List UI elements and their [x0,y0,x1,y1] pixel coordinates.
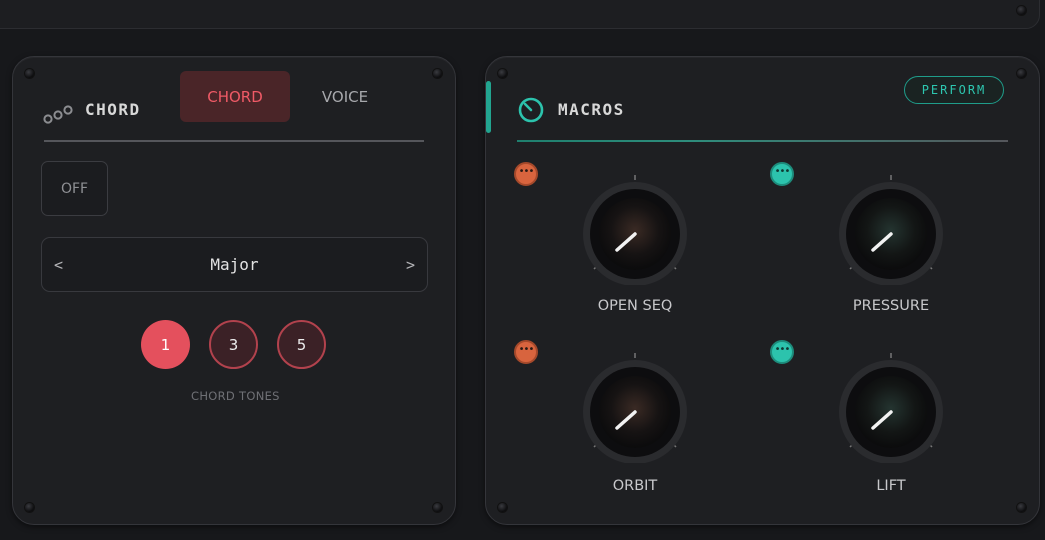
macro-label-open-seq: OPEN SEQ [597,298,673,314]
screw [1017,503,1026,512]
off-button[interactable]: OFF [41,161,108,216]
tab-voice[interactable]: VOICE [290,71,400,122]
chord-tone-1[interactable]: 1 [141,320,190,369]
chord-panel: CHORD CHORD VOICE OFF Major < > 1 3 5 CH… [12,56,456,525]
macro-mod-button-pressure[interactable]: ••• [770,162,794,186]
perform-button[interactable]: PERFORM [904,76,1004,104]
chord-type-selector: Major < > [41,237,428,292]
macro-mod-button-lift[interactable]: ••• [770,340,794,364]
chord-tone-3[interactable]: 3 [209,320,258,369]
macros-panel: MACROS PERFORM ••• ••• ••• ••• OPEN SEQ … [485,56,1040,525]
macro-knob-pressure[interactable] [836,175,946,285]
screw [433,69,442,78]
chord-dots-icon [43,105,73,124]
prev-chord-button[interactable]: < [46,238,71,291]
more-dots-icon: ••• [518,166,535,177]
macro-mod-button-open-seq[interactable]: ••• [514,162,538,186]
macro-mod-button-orbit[interactable]: ••• [514,340,538,364]
screw [498,503,507,512]
screw [25,503,34,512]
screw [433,503,442,512]
screw [1017,6,1026,15]
more-dots-icon: ••• [774,344,791,355]
macros-title: MACROS [558,100,625,119]
macro-knob-lift[interactable] [836,353,946,463]
screw [25,69,34,78]
top-strip [0,0,1040,29]
chord-tones-caption: CHORD TONES [191,389,280,403]
macro-label-orbit: ORBIT [612,478,658,494]
macro-knob-open-seq[interactable] [580,175,690,285]
macro-label-lift: LIFT [876,478,906,494]
screw [498,69,507,78]
macro-label-pressure: PRESSURE [852,298,930,314]
knob-icon [518,97,544,123]
screw [1017,69,1026,78]
tab-chord[interactable]: CHORD [180,71,290,122]
more-dots-icon: ••• [774,166,791,177]
more-dots-icon: ••• [518,344,535,355]
next-chord-button[interactable]: > [398,238,423,291]
chord-divider [44,140,424,142]
macro-knob-orbit[interactable] [580,353,690,463]
chord-type-value[interactable]: Major [42,238,427,291]
chord-title: CHORD [85,100,141,119]
chord-tone-5[interactable]: 5 [277,320,326,369]
panel-accent-bar [486,81,491,133]
macros-divider [517,140,1008,142]
